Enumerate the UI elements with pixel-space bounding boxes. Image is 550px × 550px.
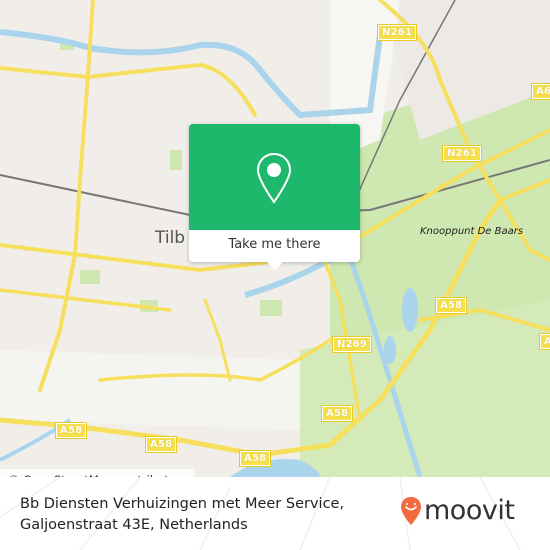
road-shield-a58: A58 bbox=[54, 422, 88, 439]
city-label: Tilb bbox=[155, 228, 186, 248]
road-shield-n261: N261 bbox=[376, 24, 418, 41]
lake bbox=[402, 288, 418, 332]
popup-header bbox=[189, 124, 360, 230]
park bbox=[260, 300, 282, 316]
address-line-1: Bb Diensten Verhuizingen met Meer Servic… bbox=[20, 496, 345, 512]
road-shield-a58: A58 bbox=[538, 333, 550, 350]
destination-popup[interactable]: Take me there bbox=[189, 124, 360, 270]
road-shield-n261: N261 bbox=[441, 145, 483, 162]
road-shield-a58: A58 bbox=[320, 405, 354, 422]
road-shield-a58: A58 bbox=[144, 436, 178, 453]
moovit-pin-icon bbox=[401, 497, 421, 525]
road-shield-a58: A58 bbox=[434, 297, 468, 314]
park bbox=[170, 150, 182, 170]
park bbox=[80, 270, 100, 284]
junction-label: Knooppunt De Baars bbox=[420, 226, 524, 237]
popup-pointer bbox=[267, 262, 283, 270]
road-shield-n269: N269 bbox=[331, 336, 373, 353]
field-area bbox=[0, 350, 300, 430]
moovit-wordmark: moovit bbox=[424, 495, 515, 526]
footer: Bb Diensten Verhuizingen met Meer Servic… bbox=[0, 477, 550, 550]
road-shield-a65: A65 bbox=[530, 83, 550, 100]
lake bbox=[384, 336, 396, 364]
moovit-logo[interactable]: moovit bbox=[400, 495, 515, 526]
address-line-2: Galjoenstraat 43E, Netherlands bbox=[20, 517, 248, 533]
place-address: Bb Diensten Verhuizingen met Meer Servic… bbox=[20, 494, 344, 536]
take-me-there-button[interactable]: Take me there bbox=[189, 230, 360, 262]
location-pin-icon bbox=[256, 152, 292, 204]
road-shield-a58: A58 bbox=[238, 450, 272, 467]
map-attribution[interactable]: © OpenStreetMap contributors bbox=[0, 469, 195, 477]
map-canvas[interactable]: N261 N261 A65 A58 A58 N269 A58 A58 A58 A… bbox=[0, 0, 550, 477]
